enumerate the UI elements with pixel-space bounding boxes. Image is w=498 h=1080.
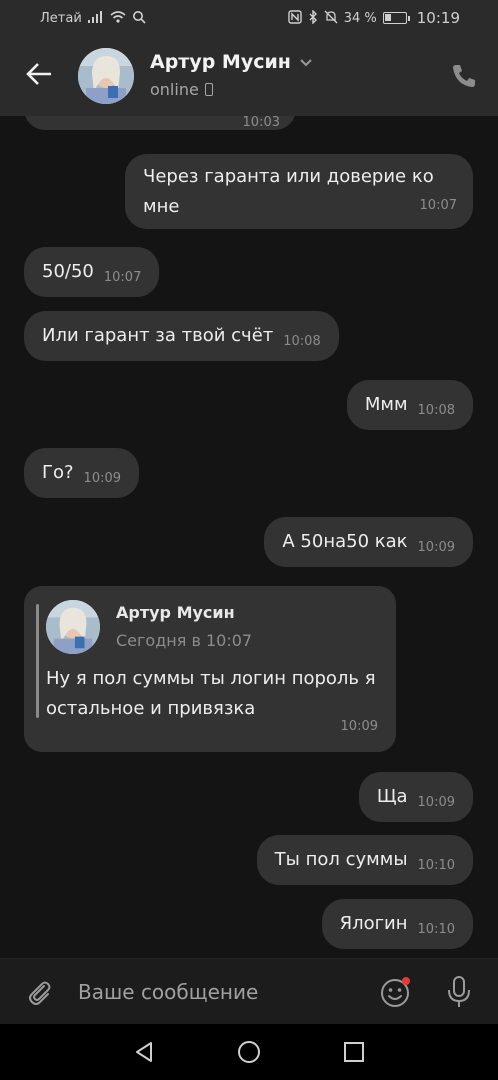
message-time: 10:07 (103, 270, 142, 285)
message-composer (0, 958, 498, 1024)
message-input[interactable] (78, 975, 358, 1009)
nav-recents-icon[interactable] (342, 1040, 366, 1064)
message-text: Или гарант за твой счёт (42, 325, 274, 346)
message-time: 10:03 (242, 116, 280, 130)
status-bar: Летай 34 % 10:19 (0, 0, 498, 36)
message-text: Ты пол суммы (274, 849, 408, 870)
microphone-icon[interactable] (444, 975, 474, 1009)
contact-name-text: Артур Мусин (150, 51, 291, 73)
message-text: 50/50 (42, 261, 94, 282)
reply-date: Сегодня в 10:07 (116, 631, 253, 650)
paperclip-icon[interactable] (24, 977, 54, 1007)
battery-icon (382, 12, 410, 24)
message-list[interactable]: 10:03 Через гаранта или доверие ко мне 1… (0, 116, 498, 958)
presence-status: online (150, 80, 213, 99)
message-bubble[interactable]: 50/50 10:07 (24, 247, 160, 297)
message-bubble[interactable]: Ммм 10:08 (346, 380, 473, 430)
signal-icon (87, 10, 104, 26)
message-time: 10:08 (283, 334, 321, 349)
smiley-icon[interactable] (378, 975, 412, 1009)
nfc-icon (288, 9, 302, 27)
message-time: 10:09 (83, 471, 122, 486)
message-bubble-partial[interactable]: 10:03 (24, 116, 296, 130)
nav-back-icon[interactable] (132, 1040, 156, 1064)
message-text: Ялогин (339, 913, 408, 934)
back-arrow-icon[interactable] (24, 58, 56, 90)
message-bubble[interactable]: Го? 10:09 (24, 448, 140, 498)
message-time: 10:08 (417, 403, 455, 418)
reply-message-bubble[interactable]: Артур Мусин Сегодня в 10:07 Ну я пол сум… (24, 586, 396, 752)
nav-home-icon[interactable] (237, 1040, 261, 1064)
message-text: Ща (376, 786, 408, 807)
message-text: Го? (42, 462, 74, 483)
wifi-icon (110, 10, 126, 26)
message-bubble[interactable]: Ща 10:09 (358, 772, 473, 822)
status-left: Летай (40, 10, 146, 27)
system-navigation-bar (0, 1024, 498, 1080)
mobile-device-icon (204, 83, 213, 96)
message-time: 10:10 (417, 858, 455, 873)
battery-fill (384, 14, 391, 21)
message-text: Ммм (364, 394, 408, 415)
message-bubble[interactable]: А 50на50 как 10:09 (264, 517, 473, 567)
search-icon (132, 10, 146, 27)
message-text: Ну я пол суммы ты логин пороль я остальн… (46, 668, 376, 719)
message-time: 10:10 (417, 922, 455, 937)
bluetooth-icon (308, 8, 318, 27)
reply-avatar (46, 600, 100, 654)
message-bubble[interactable]: Ты пол суммы 10:10 (256, 835, 473, 885)
status-right: 34 % 10:19 (288, 8, 460, 27)
message-bubble[interactable]: Ялогин 10:10 (321, 899, 473, 949)
clock: 10:19 (416, 9, 460, 27)
chat-header: Артур Мусин online (0, 36, 498, 116)
presence-text: online (150, 80, 199, 99)
carrier-label: Летай (40, 10, 82, 26)
message-time: 10:09 (417, 540, 455, 555)
message-text: А 50на50 как (282, 531, 408, 552)
reply-author: Артур Мусин (116, 603, 235, 622)
message-time: 10:09 (340, 719, 378, 734)
message-bubble[interactable]: Через гаранта или доверие ко мне 10:07 (125, 154, 473, 229)
message-text: Через гаранта или доверие ко мне (143, 166, 434, 217)
quote-bar (36, 604, 39, 718)
chevron-down-icon[interactable] (299, 51, 313, 73)
avatar[interactable] (78, 48, 134, 104)
contact-name[interactable]: Артур Мусин (150, 51, 313, 73)
phone-call-icon[interactable] (450, 62, 478, 90)
message-bubble[interactable]: Или гарант за твой счёт 10:08 (24, 311, 339, 361)
mute-bell-icon (324, 10, 338, 27)
message-time: 10:07 (419, 198, 457, 213)
battery-percent: 34 % (343, 10, 377, 26)
message-time: 10:09 (417, 795, 455, 810)
